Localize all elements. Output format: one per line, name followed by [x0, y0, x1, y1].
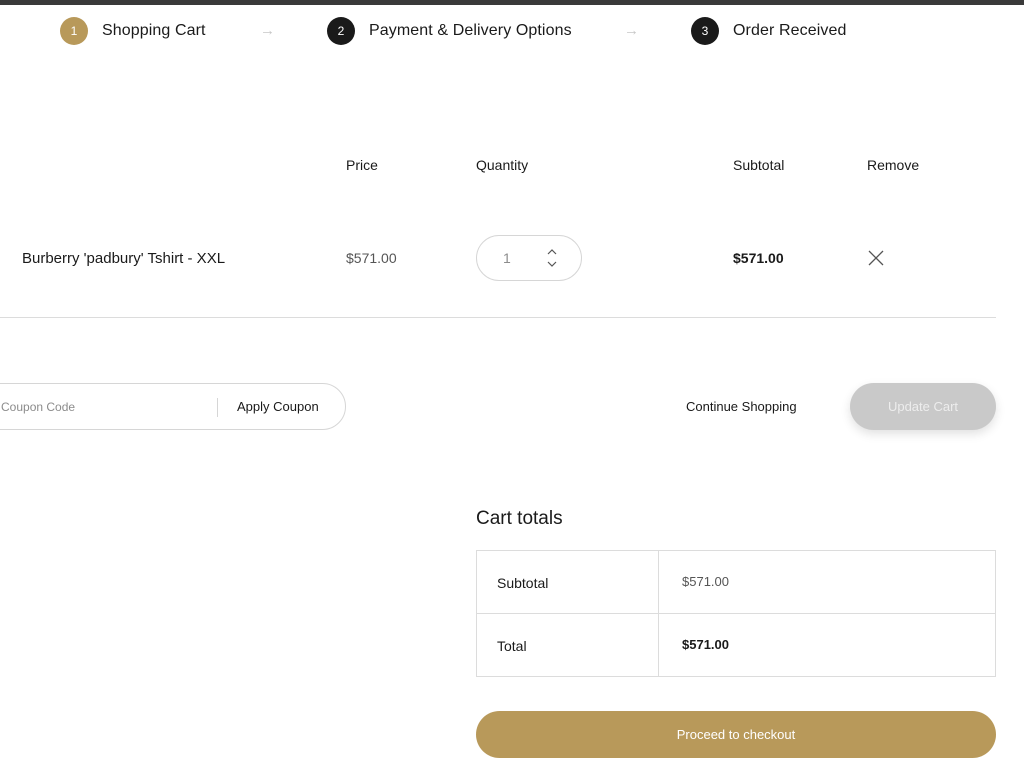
quantity-value[interactable]: 1 [503, 250, 511, 266]
header-subtotal: Subtotal [733, 157, 785, 173]
header-quantity: Quantity [476, 157, 529, 173]
top-bar [0, 0, 1024, 5]
step-payment-delivery[interactable]: 2 Payment & Delivery Options [327, 16, 572, 46]
chevron-down-icon[interactable] [545, 258, 559, 270]
update-cart-button[interactable]: Update Cart [850, 383, 996, 430]
step-label: Order Received [733, 22, 847, 39]
total-value: $571.00 [682, 637, 729, 652]
arrow-right-icon: → [624, 22, 639, 39]
step-number: 1 [60, 17, 88, 45]
proceed-to-checkout-button[interactable]: Proceed to checkout [476, 711, 996, 758]
arrow-right-icon: → [260, 22, 275, 39]
coupon-form: Apply Coupon [0, 383, 346, 430]
chevron-up-icon[interactable] [545, 246, 559, 258]
subtotal-value: $571.00 [682, 574, 729, 589]
coupon-input[interactable] [1, 396, 171, 418]
close-icon[interactable] [866, 248, 886, 268]
product-subtotal: $571.00 [733, 250, 784, 266]
checkout-steps: 1 Shopping Cart → 2 Payment & Delivery O… [0, 16, 1024, 48]
step-shopping-cart[interactable]: 1 Shopping Cart [60, 16, 206, 46]
step-label: Shopping Cart [102, 22, 206, 39]
total-label: Total [497, 638, 527, 654]
divider [0, 317, 996, 318]
coupon-separator [217, 398, 218, 417]
continue-shopping-link[interactable]: Continue Shopping [686, 399, 797, 414]
product-name[interactable]: Burberry 'padbury' Tshirt - XXL [22, 250, 225, 267]
subtotal-label: Subtotal [497, 575, 549, 591]
product-price: $571.00 [346, 250, 397, 266]
step-number: 2 [327, 17, 355, 45]
quantity-stepper[interactable]: 1 [476, 235, 582, 281]
header-price: Price [346, 157, 378, 173]
step-order-received[interactable]: 3 Order Received [691, 16, 846, 46]
apply-coupon-button[interactable]: Apply Coupon [237, 399, 319, 414]
step-number: 3 [691, 17, 719, 45]
step-label: Payment & Delivery Options [369, 22, 572, 39]
header-remove: Remove [867, 157, 920, 173]
table-divider [477, 613, 995, 614]
cart-totals-title: Cart totals [476, 508, 563, 529]
cart-totals-table: Subtotal $571.00 Total $571.00 [476, 550, 996, 677]
